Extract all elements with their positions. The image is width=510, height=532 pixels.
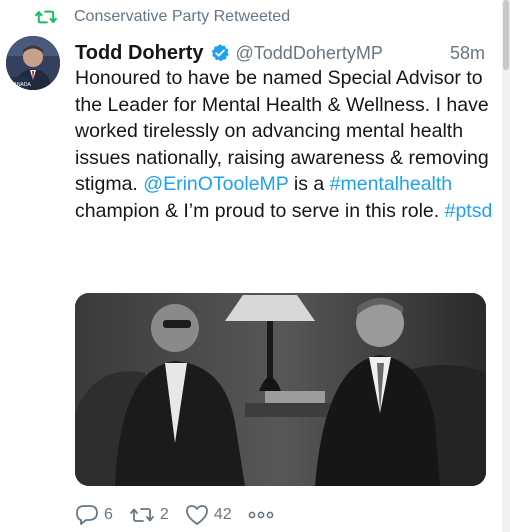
- like-button[interactable]: 42: [185, 504, 232, 526]
- scrollbar-thumb[interactable]: [503, 0, 509, 70]
- hashtag-ptsd[interactable]: #ptsd: [445, 200, 493, 222]
- heart-icon: [185, 505, 208, 525]
- reply-icon: [76, 505, 98, 525]
- retweet-action-icon: [130, 508, 154, 522]
- tweet-photo[interactable]: [75, 293, 486, 486]
- retweet-context: Conservative Party Retweeted: [35, 7, 290, 27]
- tweet[interactable]: Conservative Party Retweeted CANADA Todd…: [0, 0, 500, 532]
- retweet-count: 2: [159, 506, 169, 523]
- author-name[interactable]: Todd Doherty: [75, 42, 204, 65]
- retweet-button[interactable]: 2: [129, 504, 169, 526]
- more-options-button[interactable]: [248, 510, 279, 520]
- retweet-label[interactable]: Conservative Party Retweeted: [74, 8, 290, 26]
- photo-image: [75, 293, 486, 486]
- scrollbar[interactable]: [502, 0, 510, 532]
- hashtag-mentalhealth[interactable]: #mentalhealth: [330, 173, 453, 195]
- like-count: 42: [213, 506, 232, 523]
- tweet-text-end: champion & I’m proud to serve in this ro…: [75, 199, 440, 222]
- tweet-actions: 6 2 42: [75, 502, 295, 528]
- reply-button[interactable]: 6: [75, 504, 113, 526]
- author-handle[interactable]: @ToddDohertyMP: [236, 43, 383, 64]
- timestamp[interactable]: 58m: [450, 43, 485, 64]
- tweet-text: Honoured to have be named Special Adviso…: [75, 65, 495, 224]
- tweet-header: Todd Doherty @ToddDohertyMP 58m: [75, 40, 485, 66]
- retweet-icon: [35, 10, 57, 24]
- verified-badge-icon: [211, 44, 229, 62]
- more-icon: [248, 511, 274, 519]
- avatar-image: CANADA: [6, 36, 60, 90]
- avatar-caption: CANADA: [10, 82, 32, 88]
- avatar[interactable]: CANADA: [6, 36, 60, 90]
- tweet-text-mid: is a: [293, 173, 325, 195]
- reply-count: 6: [104, 506, 113, 523]
- mention-link[interactable]: @ErinOTooleMP: [143, 173, 288, 195]
